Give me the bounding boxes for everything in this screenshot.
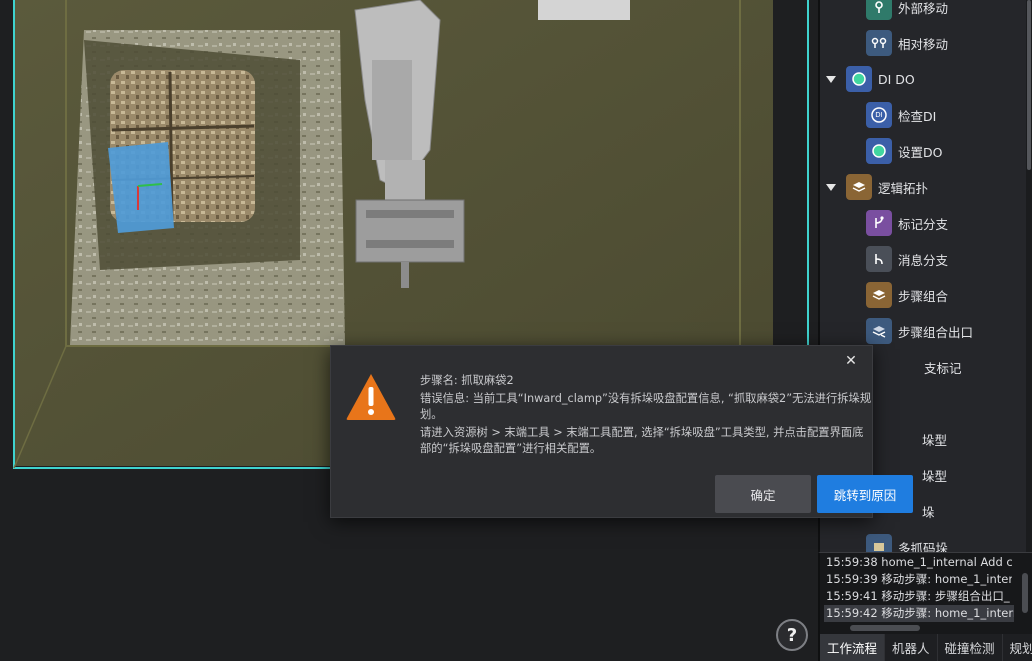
step-label: 步骤组合 [898,288,949,304]
gripper-tool [355,199,465,263]
set-do-icon [866,138,892,164]
message-branch-icon [866,246,892,272]
tab-collision-detection[interactable]: 碰撞检测 [938,634,1003,661]
step-label: 设置DO [898,144,943,160]
step-label: 外部移动 [898,0,949,16]
gripper-rail [366,210,454,218]
step-group-label: 逻辑拓扑 [878,180,929,196]
chevron-down-icon[interactable] [826,75,836,83]
log-horizontal-scrollbar[interactable] [850,625,920,631]
external-move-icon [866,0,892,20]
step-combo-icon [866,282,892,308]
step-item-multi-pick-pallet[interactable]: 多抓码垛 [820,530,1025,552]
step-label: 消息分支 [898,252,949,268]
goto-cause-button[interactable]: 跳转到原因 [817,475,913,513]
pick-plane [108,142,174,233]
multi-pick-pallet-icon [866,534,892,552]
step-label: 垛型 [922,468,948,484]
check-di-icon: DI [866,102,892,128]
step-item-check-di[interactable]: DI 检查DI [820,98,1025,132]
step-label: 多抓码垛 [898,540,949,553]
scrollbar-thumb[interactable] [1027,0,1031,170]
log-line: 15:59:39 移动步骤: home_1_interr [826,572,1012,586]
step-combo-exit-icon [866,318,892,344]
tab-robot[interactable]: 机器人 [885,634,938,661]
step-label: 垛型 [922,432,948,448]
step-item-step-combo[interactable]: 步骤组合 [820,278,1025,312]
step-item-relative-move[interactable]: 相对移动 [820,26,1025,60]
step-group-label: DI DO [878,71,915,87]
close-icon[interactable]: ✕ [842,352,860,370]
step-label: 标记分支 [898,216,949,232]
check-di-icon-text: DI [875,111,883,119]
ok-button[interactable]: 确定 [715,475,811,513]
step-label: 步骤组合出口 [898,324,974,340]
chevron-down-icon[interactable] [826,183,836,191]
di-do-group-icon [846,66,872,92]
log-line: 15:59:38 home_1_internal Add conr [826,555,1012,569]
step-group-di-do[interactable]: DI DO [820,62,1025,96]
app-window: 外部移动 相对移动 DI DO DI 检查DI 设置DO 逻辑拓扑 标记分支 消… [0,0,1032,661]
mark-branch-icon [866,210,892,236]
dialog-error-line-2: 划。 [420,408,443,421]
scene-canvas[interactable] [0,0,818,661]
relative-move-icon [866,30,892,56]
dialog-error-line-1: 错误信息: 当前工具“Inward_clamp”没有拆垛吸盘配置信息, “抓取麻… [420,392,872,405]
tab-workflow[interactable]: 工作流程 [820,634,886,661]
robot-base [538,0,630,20]
gripper-rail [366,240,454,248]
step-label: 检查DI [898,108,937,124]
step-label: 垛 [922,504,935,520]
step-item-set-do[interactable]: 设置DO [820,134,1025,168]
log-vertical-scrollbar[interactable] [1022,573,1028,613]
step-item-message-branch[interactable]: 消息分支 [820,242,1025,276]
bottom-tab-bar: 工作流程 机器人 碰撞检测 规划历 [818,634,1032,661]
robot-wrist [385,160,425,200]
step-panel-scrollbar[interactable] [1026,0,1032,552]
step-group-logic-topology[interactable]: 逻辑拓扑 [820,170,1025,204]
log-line-selected[interactable]: 15:59:42 移动步骤: home_1_interr [824,605,1014,622]
gripper-finger [401,262,409,288]
dialog-hint-line-1: 请进入资源树 > 末端工具 > 末端工具配置, 选择“拆垛吸盘”工具类型, 并点… [420,426,864,439]
robot-arm-lower [372,60,412,160]
step-item-step-combo-exit[interactable]: 步骤组合出口 [820,314,1025,348]
step-label: 相对移动 [898,36,949,52]
dialog-hint-line-2: 部的“拆垛吸盘配置”进行相关配置。 [420,442,602,455]
log-panel[interactable]: 15:59:38 home_1_internal Add conr 15:59:… [818,552,1032,634]
log-line: 15:59:41 移动步骤: 步骤组合出口_ [826,589,1010,603]
error-dialog: ✕ 步骤名: 抓取麻袋2 错误信息: 当前工具“Inward_clamp”没有拆… [330,345,913,518]
logic-topology-icon [846,174,872,200]
warning-icon [346,374,396,420]
step-item-mark-branch[interactable]: 标记分支 [820,206,1025,240]
tab-planning-history[interactable]: 规划历 [1003,634,1032,661]
help-button[interactable]: ? [776,619,808,651]
3d-viewport[interactable] [0,0,818,661]
dialog-step-name: 步骤名: 抓取麻袋2 [420,374,514,387]
step-label: 支标记 [924,360,962,376]
step-item-external-move[interactable]: 外部移动 [820,0,1025,24]
